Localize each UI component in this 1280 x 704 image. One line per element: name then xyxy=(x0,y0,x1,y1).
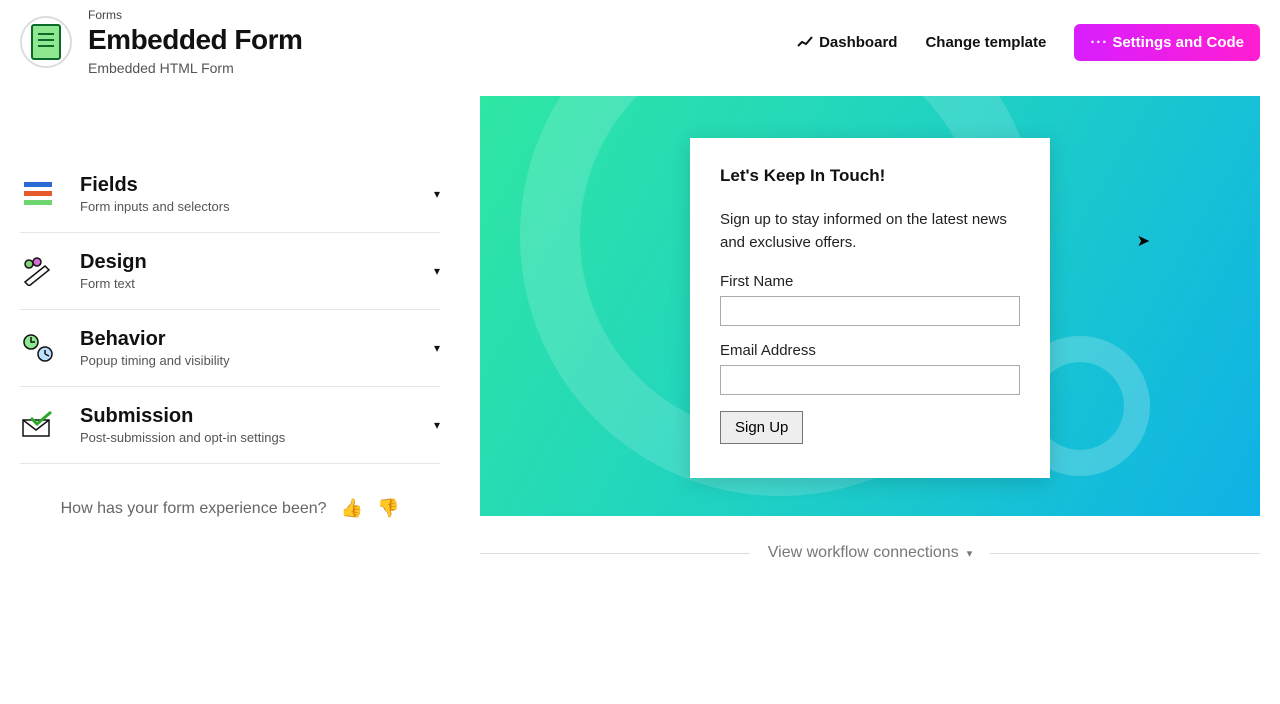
workflow-link-label: View workflow connections xyxy=(768,544,959,562)
chevron-down-icon: ▾ xyxy=(434,264,440,278)
chevron-down-icon: ▾ xyxy=(434,418,440,432)
fields-subtitle: Form inputs and selectors xyxy=(80,199,230,214)
form-heading: Let's Keep In Touch! xyxy=(720,166,1020,186)
chevron-down-icon: ▾ xyxy=(967,547,973,560)
sidebar-item-design[interactable]: Design Form text ▾ xyxy=(20,233,440,310)
breadcrumb[interactable]: Forms xyxy=(88,8,302,22)
settings-code-label: Settings and Code xyxy=(1112,34,1244,51)
main: Fields Form inputs and selectors ▾ Desig… xyxy=(0,76,1280,582)
chevron-down-icon: ▾ xyxy=(434,341,440,355)
ellipsis-icon: ··· xyxy=(1090,34,1108,51)
first-name-input[interactable] xyxy=(720,296,1020,326)
submission-icon xyxy=(20,407,56,443)
change-template-link[interactable]: Change template xyxy=(925,34,1046,51)
workflow-row: View workflow connections ▾ xyxy=(480,544,1260,562)
header-left: Forms Embedded Form Embedded HTML Form xyxy=(20,8,302,76)
thumbs-down-icon[interactable]: 👎 xyxy=(377,498,399,519)
feedback-row: How has your form experience been? 👍 👎 xyxy=(20,498,440,519)
form-preview: Let's Keep In Touch! Sign up to stay inf… xyxy=(480,96,1260,516)
thumbs-up-icon[interactable]: 👍 xyxy=(341,498,363,519)
email-label: Email Address xyxy=(720,342,1020,359)
design-title: Design xyxy=(80,251,147,274)
feedback-prompt: How has your form experience been? xyxy=(61,500,327,518)
behavior-icon xyxy=(20,330,56,366)
signup-button[interactable]: Sign Up xyxy=(720,411,803,444)
embedded-form-card: Let's Keep In Touch! Sign up to stay inf… xyxy=(690,138,1050,478)
page-title: Embedded Form xyxy=(88,24,302,56)
sidebar-item-behavior[interactable]: Behavior Popup timing and visibility ▾ xyxy=(20,310,440,387)
sidebar-item-submission[interactable]: Submission Post-submission and opt-in se… xyxy=(20,387,440,464)
header-nav: Dashboard Change template ··· Settings a… xyxy=(797,24,1260,61)
fields-title: Fields xyxy=(80,174,230,197)
design-subtitle: Form text xyxy=(80,276,147,291)
view-workflow-link[interactable]: View workflow connections ▾ xyxy=(750,544,990,562)
sidebar-item-fields[interactable]: Fields Form inputs and selectors ▾ xyxy=(20,156,440,233)
cursor-icon: ➤ xyxy=(1137,231,1150,251)
sidebar: Fields Form inputs and selectors ▾ Desig… xyxy=(20,96,440,562)
page-subtitle: Embedded HTML Form xyxy=(88,60,302,76)
behavior-title: Behavior xyxy=(80,328,230,351)
settings-code-button[interactable]: ··· Settings and Code xyxy=(1074,24,1260,61)
dashboard-label: Dashboard xyxy=(819,34,897,51)
page-header: Forms Embedded Form Embedded HTML Form D… xyxy=(0,0,1280,76)
chevron-down-icon: ▾ xyxy=(434,187,440,201)
form-page-icon xyxy=(20,16,72,68)
chart-line-icon xyxy=(797,34,813,50)
form-description: Sign up to stay informed on the latest n… xyxy=(720,208,1020,255)
page-titles: Forms Embedded Form Embedded HTML Form xyxy=(88,8,302,76)
submission-subtitle: Post-submission and opt-in settings xyxy=(80,430,285,445)
design-icon xyxy=(20,253,56,289)
first-name-label: First Name xyxy=(720,273,1020,290)
submission-title: Submission xyxy=(80,405,285,428)
dashboard-link[interactable]: Dashboard xyxy=(797,34,897,51)
email-input[interactable] xyxy=(720,365,1020,395)
fields-icon xyxy=(20,176,56,212)
behavior-subtitle: Popup timing and visibility xyxy=(80,353,230,368)
preview-column: Let's Keep In Touch! Sign up to stay inf… xyxy=(480,96,1260,562)
